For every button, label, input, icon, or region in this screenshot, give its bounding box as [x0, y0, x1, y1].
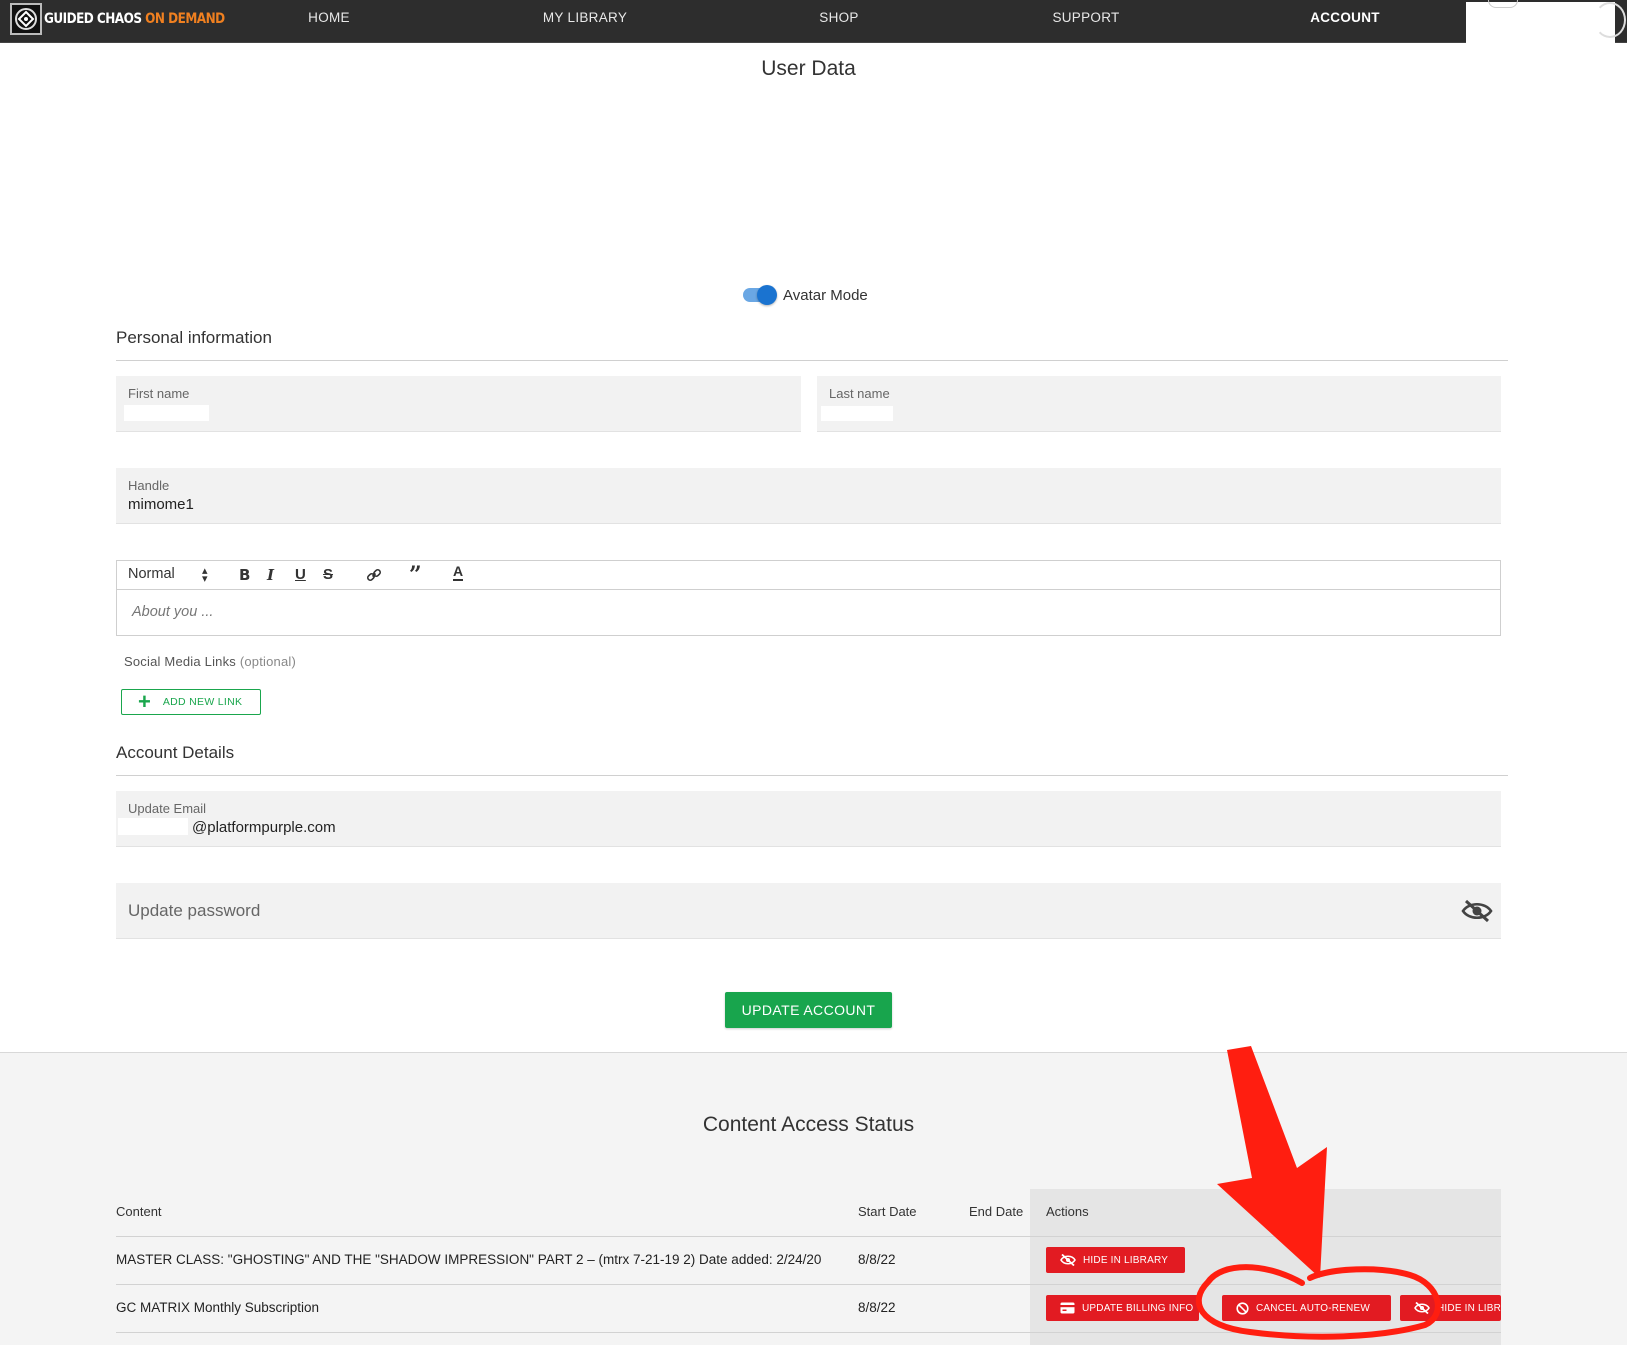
update-billing-info-button[interactable]: UPDATE BILLING INFO — [1046, 1295, 1199, 1321]
social-media-label-text: Social Media Links — [124, 654, 236, 669]
update-billing-info-label: UPDATE BILLING INFO — [1082, 1302, 1194, 1314]
hide-in-library-label: HIDE IN LIBRARY — [1083, 1254, 1169, 1266]
email-field[interactable]: Update Email @platformpurple.com — [116, 791, 1501, 847]
password-field[interactable]: Update password — [116, 883, 1501, 939]
redacted-user-area — [1466, 2, 1615, 44]
redacted-first-name — [124, 405, 209, 421]
bold-icon[interactable]: B — [239, 566, 250, 584]
about-you-editor[interactable]: Normal ▴ ▾ B I U S ” A About you ... — [116, 560, 1501, 636]
underline-icon[interactable]: U — [295, 566, 306, 583]
nav-home[interactable]: HOME — [308, 10, 350, 25]
col-header-content: Content — [116, 1204, 162, 1219]
col-header-start-date: Start Date — [858, 1204, 917, 1219]
account-details-heading: Account Details — [116, 743, 235, 762]
table-row-start-date: 8/8/22 — [858, 1252, 896, 1267]
avatar-mode-label: Avatar Mode — [783, 287, 868, 304]
first-name-label: First name — [128, 386, 190, 401]
redacted-email-user — [118, 818, 188, 835]
user-avatar[interactable] — [1594, 2, 1626, 38]
cancel-auto-renew-button[interactable]: CANCEL AUTO-RENEW — [1222, 1295, 1391, 1321]
eye-off-icon — [1414, 1302, 1430, 1314]
blockquote-icon[interactable]: ” — [409, 562, 422, 588]
password-placeholder: Update password — [128, 901, 261, 920]
block-icon — [1236, 1301, 1249, 1315]
italic-icon[interactable]: I — [267, 566, 274, 584]
section-divider — [116, 775, 1508, 776]
col-header-end-date: End Date — [969, 1204, 1024, 1219]
personal-info-heading: Personal information — [116, 328, 272, 347]
cancel-auto-renew-label: CANCEL AUTO-RENEW — [1256, 1302, 1370, 1314]
col-header-actions: Actions — [1046, 1204, 1089, 1219]
email-label: Update Email — [128, 801, 207, 816]
plus-icon: + — [138, 689, 151, 714]
link-icon[interactable] — [366, 567, 382, 587]
strikethrough-icon[interactable]: S — [323, 566, 333, 583]
avatar-mode-toggle[interactable] — [743, 285, 777, 305]
page-title: User Data — [761, 57, 856, 80]
hide-in-library-button[interactable]: HIDE IN LIBRARY — [1046, 1247, 1185, 1273]
hide-in-library-button[interactable]: HIDE IN LIBRARY — [1400, 1295, 1501, 1321]
about-you-placeholder: About you ... — [132, 604, 214, 620]
last-name-field[interactable]: Last name — [817, 376, 1501, 432]
social-media-optional: (optional) — [239, 654, 297, 669]
logo-text-accent: ON DEMAND — [145, 11, 225, 27]
add-new-link-button[interactable]: + ADD NEW LINK — [121, 689, 261, 715]
table-row-content: GC MATRIX Monthly Subscription — [116, 1300, 320, 1315]
nav-my-library[interactable]: MY LIBRARY — [543, 10, 627, 25]
social-media-label: Social Media Links (optional) — [124, 654, 296, 669]
handle-field[interactable]: Handle mimome1 — [116, 468, 1501, 524]
eye-off-icon — [1060, 1254, 1076, 1266]
redacted-last-name — [821, 406, 893, 421]
add-new-link-label: ADD NEW LINK — [162, 696, 243, 708]
text-color-icon[interactable]: A — [453, 564, 464, 581]
table-row-start-date: 8/8/22 — [858, 1300, 896, 1315]
handle-value: mimome1 — [128, 496, 194, 513]
site-logo[interactable]: GUIDED CHAOS ON DEMAND — [10, 3, 254, 35]
table-row-content: MASTER CLASS: "GHOSTING" AND THE "SHADOW… — [116, 1252, 822, 1267]
hide-in-library-label: HIDE IN LIBRARY — [1437, 1302, 1501, 1314]
update-account-button[interactable]: UPDATE ACCOUNT — [725, 992, 892, 1028]
logo-text-main: GUIDED CHAOS — [44, 11, 142, 27]
select-arrows-icon: ▴ ▾ — [202, 565, 208, 585]
section-divider — [116, 360, 1508, 361]
nav-support[interactable]: SUPPORT — [1052, 10, 1119, 25]
last-name-label: Last name — [829, 386, 890, 401]
nav-account[interactable]: ACCOUNT — [1310, 10, 1380, 25]
logo-icon — [10, 3, 42, 35]
hide-password-icon[interactable] — [1461, 898, 1493, 924]
top-nav: GUIDED CHAOS ON DEMAND HOME MY LIBRARY S… — [0, 0, 1627, 44]
table-divider — [116, 1236, 1501, 1237]
user-menu-arc — [1488, 0, 1518, 8]
first-name-field[interactable]: First name — [116, 376, 801, 432]
logo-text: GUIDED CHAOS ON DEMAND — [44, 11, 225, 27]
editor-toolbar: Normal ▴ ▾ B I U S ” A — [117, 561, 1500, 590]
table-divider — [116, 1332, 1501, 1333]
table-divider — [116, 1284, 1501, 1285]
toggle-knob — [757, 285, 777, 305]
credit-card-icon — [1060, 1302, 1075, 1314]
email-value: @platformpurple.com — [192, 819, 336, 836]
format-select[interactable]: Normal ▴ ▾ — [128, 566, 208, 585]
nav-shop[interactable]: SHOP — [819, 10, 858, 25]
handle-label: Handle — [128, 478, 170, 493]
format-select-value: Normal — [128, 566, 175, 582]
content-access-heading: Content Access Status — [702, 1113, 915, 1136]
